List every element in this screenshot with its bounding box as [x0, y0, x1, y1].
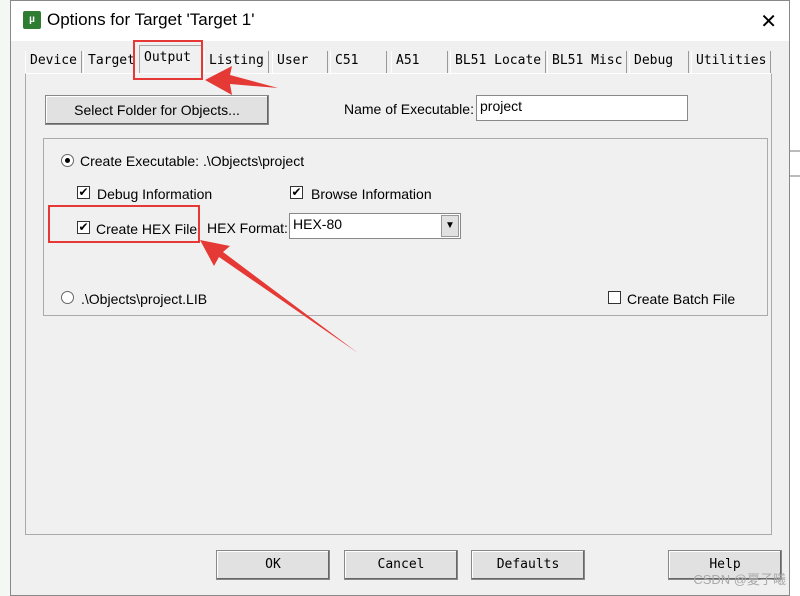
- annotation-arrows: [200, 66, 358, 353]
- watermark: CSDN @夏子曦: [693, 572, 786, 587]
- arrow-to-create-hex-icon: [200, 240, 358, 353]
- arrow-to-output-tab-icon: [205, 66, 278, 95]
